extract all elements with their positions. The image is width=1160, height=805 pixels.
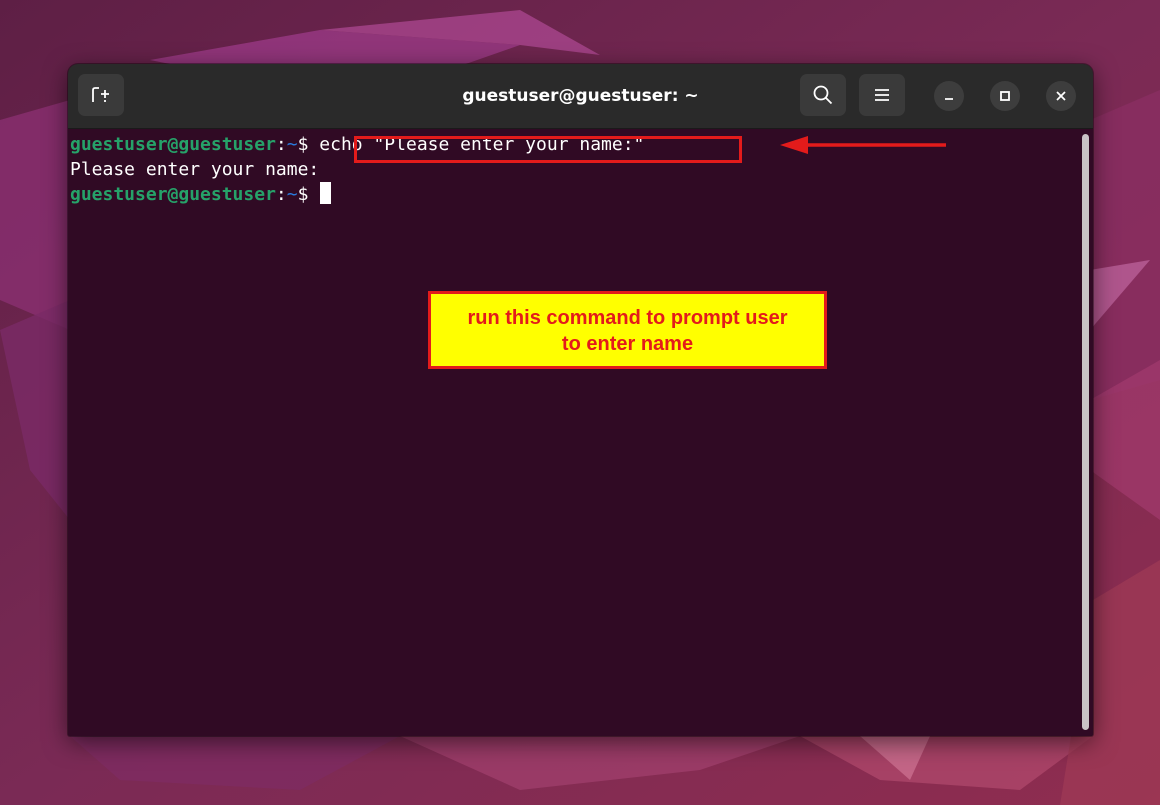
command-highlight-box — [354, 136, 742, 163]
text-cursor — [320, 182, 332, 204]
prompt-colon: : — [275, 184, 287, 205]
close-icon — [1056, 91, 1066, 101]
minimize-icon — [945, 98, 953, 100]
annotation-callout: run this command to prompt user to enter… — [428, 291, 827, 369]
prompt-user: guestuser@guestuser — [70, 184, 276, 205]
title-bar[interactable]: guestuser@guestuser: ~ — [68, 64, 1093, 129]
prompt-path: ~ — [286, 184, 298, 205]
maximize-icon — [1000, 91, 1010, 101]
terminal-window: guestuser@guestuser: ~ guestuser@guestus… — [68, 64, 1093, 736]
prompt-dollar: $ — [297, 134, 320, 155]
prompt-colon: : — [275, 134, 287, 155]
new-tab-button[interactable] — [78, 74, 124, 116]
prompt-path: ~ — [286, 134, 298, 155]
terminal-content[interactable]: guestuser@guestuser:~$ echo "Please ente… — [68, 129, 1093, 736]
menu-button[interactable] — [859, 74, 905, 116]
hamburger-menu-icon — [875, 89, 889, 101]
prompt-dollar: $ — [297, 184, 320, 205]
terminal-line-output: Please enter your name: — [70, 159, 320, 180]
prompt-user: guestuser@guestuser — [70, 134, 276, 155]
search-icon — [813, 85, 833, 105]
callout-line-2: to enter name — [561, 333, 694, 355]
close-button[interactable] — [1046, 81, 1076, 111]
callout-line-1: run this command to prompt user — [467, 307, 788, 329]
minimize-button[interactable] — [934, 81, 964, 111]
maximize-button[interactable] — [990, 81, 1020, 111]
new-tab-icon — [92, 87, 109, 102]
vertical-scrollbar[interactable] — [1082, 134, 1089, 730]
annotation-arrow-icon — [780, 136, 946, 154]
search-button[interactable] — [800, 74, 846, 116]
terminal-line-prompt: guestuser@guestuser:~$ — [70, 182, 332, 207]
